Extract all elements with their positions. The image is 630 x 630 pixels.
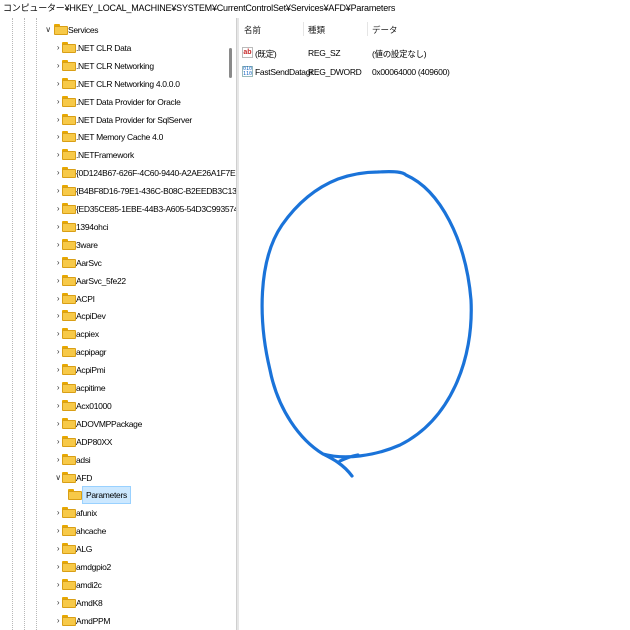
hand-drawn-circle-annotation: [260, 170, 473, 478]
circle-stroke: [260, 170, 473, 478]
